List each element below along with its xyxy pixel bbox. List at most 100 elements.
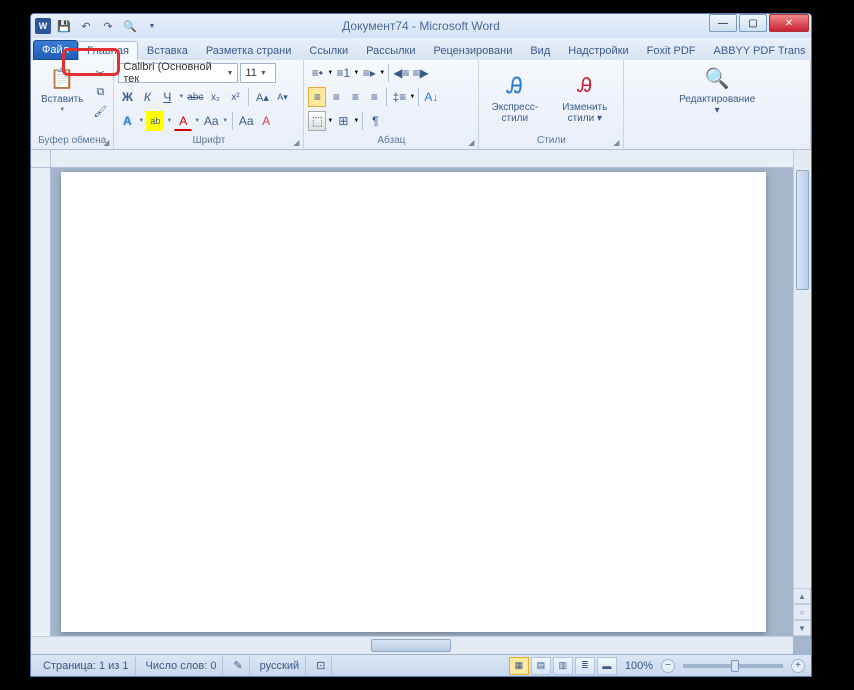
window-title: Документ74 - Microsoft Word <box>342 19 500 33</box>
increase-indent-button[interactable]: ≡▶ <box>411 63 429 83</box>
outline-view[interactable]: ≣ <box>575 657 595 675</box>
minimize-button[interactable]: — <box>709 14 737 32</box>
language-status[interactable]: русский <box>254 657 306 675</box>
align-right-button[interactable]: ≡ <box>346 87 364 107</box>
ruler-corner <box>31 150 51 168</box>
maximize-button[interactable]: ▢ <box>739 14 767 32</box>
subscript-button[interactable]: x₂ <box>206 87 224 107</box>
find-replace-icon: 🔍 <box>703 64 731 92</box>
document-page[interactable] <box>61 172 766 632</box>
zoom-in-button[interactable]: + <box>791 659 805 673</box>
zoom-slider-thumb[interactable] <box>731 660 739 672</box>
strike-button[interactable]: abc <box>186 87 204 107</box>
tab-view[interactable]: Вид <box>521 41 559 60</box>
group-font: Calibri (Основной тек▼ 11▼ Ж К Ч ▼ abc x… <box>114 60 304 149</box>
bullets-button[interactable]: ≡• <box>308 63 326 83</box>
tab-addins[interactable]: Надстройки <box>559 41 637 60</box>
prev-page-button[interactable]: ▲ <box>793 588 811 604</box>
next-page-button[interactable]: ▼ <box>793 620 811 636</box>
paragraph-dialog-launcher[interactable]: ◢ <box>468 138 474 147</box>
redo-icon[interactable]: ↷ <box>99 17 117 35</box>
word-count-status[interactable]: Число слов: 0 <box>140 657 224 675</box>
bold-button[interactable]: Ж <box>118 87 136 107</box>
font-group-label: Шрифт◢ <box>118 134 299 147</box>
show-marks-button[interactable]: ¶ <box>366 111 384 131</box>
justify-button[interactable]: ≡ <box>365 87 383 107</box>
vertical-scrollbar[interactable] <box>793 150 811 636</box>
close-button[interactable]: ✕ <box>769 14 809 32</box>
italic-button[interactable]: К <box>138 87 156 107</box>
superscript-button[interactable]: x² <box>226 87 244 107</box>
font-size-combo[interactable]: 11▼ <box>240 63 276 83</box>
undo-icon[interactable]: ↶ <box>77 17 95 35</box>
horizontal-scroll-thumb[interactable] <box>371 639 451 652</box>
vertical-scroll-thumb[interactable] <box>796 170 809 290</box>
proofing-status[interactable]: ✎ <box>227 657 249 675</box>
format-painter-button[interactable]: 🖌 <box>91 102 109 120</box>
horizontal-scrollbar[interactable] <box>31 636 793 654</box>
horizontal-ruler[interactable] <box>51 150 793 168</box>
editing-group-label <box>628 145 806 147</box>
numbering-button[interactable]: ≡1 <box>334 63 352 83</box>
text-effects-button[interactable]: A <box>118 111 136 131</box>
change-case-button[interactable]: Aa <box>202 111 220 131</box>
word-icon: W <box>35 18 51 34</box>
grow-shrink-button[interactable]: Aа <box>237 111 255 131</box>
zoom-out-button[interactable]: − <box>661 659 675 673</box>
web-layout-view[interactable]: ▥ <box>553 657 573 675</box>
change-styles-button[interactable]: Ꭿ Изменить стили ▾ <box>550 70 619 126</box>
font-name-combo[interactable]: Calibri (Основной тек▼ <box>118 63 238 83</box>
quick-access-toolbar: 💾 ↶ ↷ 🔍 ▼ <box>55 17 161 35</box>
align-center-button[interactable]: ≡ <box>327 87 345 107</box>
fullscreen-reading-view[interactable]: ▤ <box>531 657 551 675</box>
font-color-button[interactable]: A <box>174 111 192 131</box>
tab-references[interactable]: Ссылки <box>300 41 357 60</box>
save-icon[interactable]: 💾 <box>55 17 73 35</box>
tab-home[interactable]: Главная <box>78 41 138 60</box>
qat-customize-icon[interactable]: ▼ <box>143 17 161 35</box>
multilevel-button[interactable]: ≡▸ <box>360 63 378 83</box>
page-status[interactable]: Страница: 1 из 1 <box>37 657 136 675</box>
clipboard-dialog-launcher[interactable]: ◢ <box>103 138 109 147</box>
highlight-button[interactable]: ab <box>146 111 164 131</box>
vertical-ruler[interactable] <box>31 168 51 636</box>
tab-mailings[interactable]: Рассылки <box>357 41 424 60</box>
change-styles-label: Изменить стили ▾ <box>556 102 613 124</box>
insert-mode-status[interactable]: ⊡ <box>310 657 332 675</box>
tab-review[interactable]: Рецензировани <box>425 41 522 60</box>
ribbon-tabs: Файл Главная Вставка Разметка страни Ссы… <box>31 38 811 60</box>
tab-foxit[interactable]: Foxit PDF <box>638 41 705 60</box>
font-dialog-launcher[interactable]: ◢ <box>293 138 299 147</box>
find-icon[interactable]: 🔍 <box>121 17 139 35</box>
quick-styles-button[interactable]: Ꭿ Экспресс-стили <box>483 70 546 126</box>
copy-button[interactable]: ⧉ <box>91 83 109 101</box>
styles-dialog-launcher[interactable]: ◢ <box>613 138 619 147</box>
decrease-indent-button[interactable]: ◀≡ <box>392 63 410 83</box>
line-spacing-button[interactable]: ‡≡ <box>390 87 408 107</box>
draft-view[interactable]: ▬ <box>597 657 617 675</box>
zoom-level[interactable]: 100% <box>625 660 653 672</box>
cut-button[interactable]: ✂ <box>91 64 109 82</box>
tab-layout[interactable]: Разметка страни <box>197 41 301 60</box>
align-left-button[interactable]: ≡ <box>308 87 326 107</box>
underline-button[interactable]: Ч <box>158 87 176 107</box>
tab-insert[interactable]: Вставка <box>138 41 197 60</box>
browse-object-button[interactable]: ○ <box>793 604 811 620</box>
borders-button[interactable]: ⊞ <box>334 111 352 131</box>
document-area: ⊟ ▲ ○ ▼ <box>31 150 811 654</box>
shading-button[interactable]: ⬚ <box>308 111 326 131</box>
sort-button[interactable]: A↓ <box>422 87 440 107</box>
paste-button[interactable]: 📋 Вставить ▼ <box>35 62 89 115</box>
tab-file[interactable]: Файл <box>33 40 78 60</box>
grow-font-button[interactable]: A▴ <box>253 87 271 107</box>
statusbar: Страница: 1 из 1 Число слов: 0 ✎ русский… <box>31 654 811 676</box>
print-layout-view[interactable]: ▦ <box>509 657 529 675</box>
zoom-slider[interactable] <box>683 664 783 668</box>
quick-styles-label: Экспресс-стили <box>489 102 540 124</box>
clear-formatting-button[interactable]: A <box>257 111 275 131</box>
tab-abbyy[interactable]: ABBYY PDF Trans <box>705 41 812 60</box>
editing-label: Редактирование▾ <box>679 94 755 116</box>
editing-button[interactable]: 🔍 Редактирование▾ <box>673 62 761 118</box>
shrink-font-button[interactable]: A▾ <box>273 87 291 107</box>
styles-group-label: Стили◢ <box>483 134 619 147</box>
